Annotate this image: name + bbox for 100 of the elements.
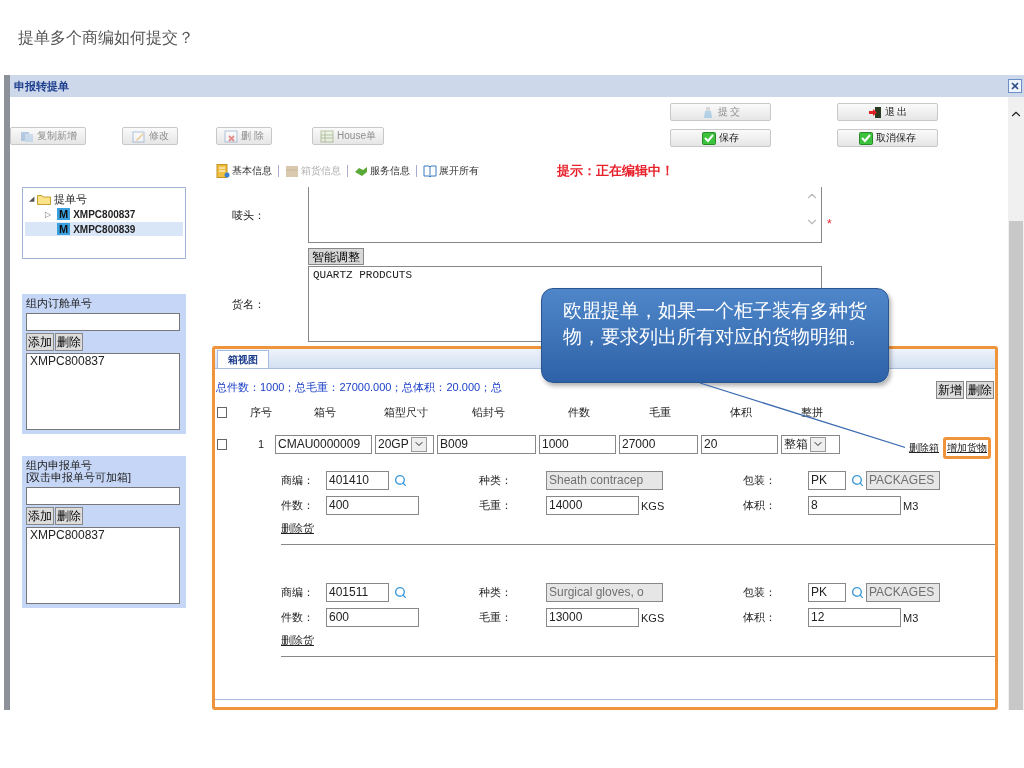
search-icon[interactable]: [851, 586, 864, 599]
unit-label: KGS: [641, 499, 665, 512]
column-header: 箱号: [313, 404, 337, 420]
group-button[interactable]: 添加: [26, 507, 54, 525]
input-field[interactable]: 20: [701, 434, 778, 454]
section-link[interactable]: 服务信息: [354, 164, 410, 178]
folder-icon: [37, 193, 52, 205]
input-field[interactable]: PK: [808, 471, 846, 490]
list-box[interactable]: XMPC800837: [26, 353, 180, 430]
close-button[interactable]: [1008, 79, 1022, 93]
input-field[interactable]: 401511: [326, 583, 389, 602]
input-field: Surgical gloves, o: [546, 583, 663, 602]
edit-icon: [131, 129, 146, 143]
section-link[interactable]: 基本信息: [216, 164, 272, 178]
book-icon: [423, 164, 437, 178]
delete-icon: [224, 129, 239, 143]
input-field: PACKAGES: [866, 583, 940, 602]
input-field[interactable]: CMAU0000009: [275, 434, 372, 454]
unit-label: M3: [903, 499, 919, 512]
group-title: 组内申报单号 [双击申报单号可加箱]: [26, 459, 133, 483]
field-label: 唛头：: [231, 207, 266, 223]
field-label: 包装：: [743, 585, 777, 600]
field-label: 毛重：: [479, 610, 513, 625]
field-label: 毛重：: [479, 498, 513, 513]
input-field: Sheath contracep: [546, 471, 663, 490]
panel-button[interactable]: 删除: [966, 381, 994, 399]
input-field[interactable]: 600: [326, 608, 419, 627]
section-link[interactable]: 展开所有: [423, 164, 479, 178]
dropdown[interactable]: 整箱: [781, 434, 840, 454]
input-field[interactable]: [26, 487, 180, 505]
text-area[interactable]: [308, 187, 822, 243]
group-button[interactable]: 删除: [55, 333, 83, 351]
field-label: 种类：: [479, 585, 513, 600]
toolbar-button[interactable]: 取消保存: [837, 129, 938, 147]
summary-text: 总件数：1000；总毛重：27000.000；总体积：20.000；总: [216, 380, 503, 395]
field-label: 货名：: [231, 296, 266, 312]
input-field[interactable]: 14000: [546, 496, 639, 515]
group-button[interactable]: 添加: [26, 333, 54, 351]
m-badge: M: [57, 208, 71, 220]
action-link[interactable]: 增加货物: [943, 437, 991, 459]
input-field[interactable]: 8: [808, 496, 901, 515]
field-label: 商编：: [281, 473, 315, 488]
toolbar-button[interactable]: 保存: [670, 129, 771, 147]
group-button[interactable]: 删除: [55, 507, 83, 525]
list-box[interactable]: XMPC800837: [26, 527, 180, 604]
callout-tooltip: 欧盟提单，如果一个柜子装有多种货物，要求列出所有对应的货物明细。: [541, 288, 889, 383]
collapsed-arrow-icon[interactable]: ▷: [45, 209, 54, 219]
column-header: 体积: [729, 404, 753, 420]
tab[interactable]: 箱视图: [217, 350, 269, 368]
save-icon: [702, 131, 716, 145]
window-title: 申报转提单: [14, 78, 69, 94]
smart-adjust-button[interactable]: 智能调整: [308, 248, 364, 265]
box-icon: [285, 164, 299, 178]
house-icon: [320, 129, 335, 143]
field-label: 商编：: [281, 585, 315, 600]
column-header: 箱型尺寸: [383, 404, 429, 420]
copy-icon: [19, 129, 34, 143]
field-label: 包装：: [743, 473, 777, 488]
search-icon[interactable]: [394, 474, 407, 487]
input-field[interactable]: PK: [808, 583, 846, 602]
input-field[interactable]: [26, 313, 180, 331]
delete-goods-link[interactable]: 删除货: [281, 633, 314, 648]
column-header: 整拼: [800, 404, 824, 420]
input-field[interactable]: 1000: [539, 434, 616, 454]
column-header: 序号: [249, 404, 273, 420]
list-item[interactable]: XMPC800837: [30, 354, 176, 368]
input-field[interactable]: 12: [808, 608, 901, 627]
unit-label: KGS: [641, 611, 665, 624]
column-header: 毛重: [648, 404, 672, 420]
field-label: 体积：: [743, 498, 777, 513]
exit-icon: [867, 105, 882, 119]
field-label: 件数：: [281, 498, 315, 513]
save-icon: [859, 131, 873, 145]
panel-button[interactable]: 新增: [936, 381, 964, 399]
required-mark: *: [827, 217, 832, 231]
checkbox[interactable]: [217, 438, 227, 450]
field-label: 种类：: [479, 473, 513, 488]
unit-label: M3: [903, 611, 919, 624]
checkbox[interactable]: [217, 406, 227, 418]
tree-item[interactable]: M XMPC800839: [25, 222, 183, 236]
field-label: 体积：: [743, 610, 777, 625]
input-field[interactable]: 401410: [326, 471, 389, 490]
list-item[interactable]: XMPC800837: [30, 528, 176, 542]
column-header: 件数: [567, 404, 591, 420]
input-field[interactable]: 27000: [619, 434, 698, 454]
m-badge: M: [57, 223, 71, 235]
search-icon[interactable]: [394, 586, 407, 599]
input-field[interactable]: 400: [326, 496, 419, 515]
editing-hint: 提示：正在编辑中！: [557, 162, 674, 180]
search-icon[interactable]: [851, 474, 864, 487]
toolbar-button[interactable]: 退 出: [837, 103, 938, 121]
input-field[interactable]: B009: [437, 434, 536, 454]
delete-goods-link[interactable]: 删除货: [281, 521, 314, 536]
dropdown[interactable]: 20GP: [375, 434, 434, 454]
tree-item[interactable]: ▷ M XMPC800837: [25, 207, 183, 221]
document-icon: [216, 164, 230, 178]
scrollbar[interactable]: [1008, 97, 1024, 710]
field-label: 件数：: [281, 610, 315, 625]
input-field[interactable]: 13000: [546, 608, 639, 627]
slide-title: 提单多个商编如何提交？: [18, 28, 194, 47]
